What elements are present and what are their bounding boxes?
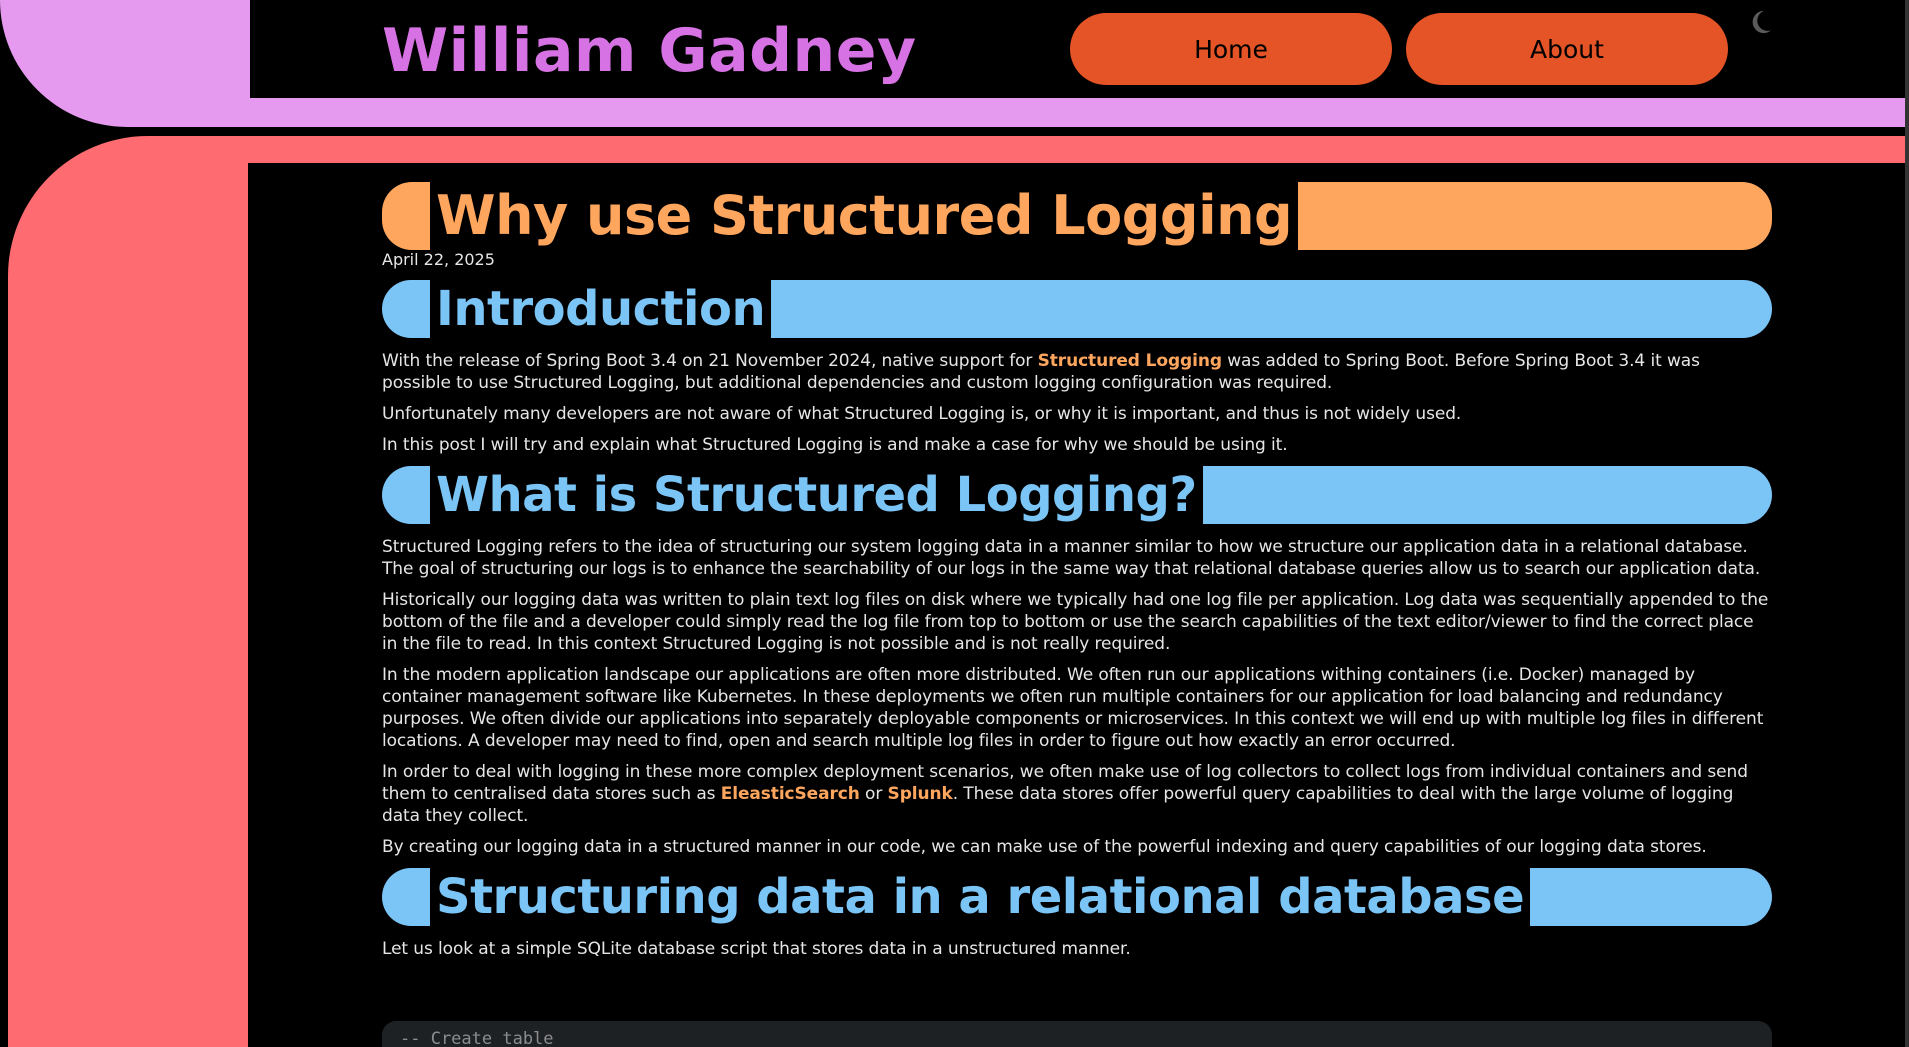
heading-cap-decoration [382,868,430,926]
heading-bar-decoration [771,280,1772,338]
paragraph: Let us look at a simple SQLite database … [382,939,1131,959]
paragraph: By creating our logging data in a struct… [382,837,1707,857]
paragraph: Structured Logging refers to the idea of… [382,537,1761,579]
elasticsearch-link[interactable]: EleasticSearch [721,784,860,804]
sidebar-elbow-decoration [8,136,248,1047]
section-heading-introduction: Introduction [382,280,1772,338]
scrollbar-track[interactable] [1905,0,1909,1047]
section-heading-text: Structuring data in a relational databas… [436,869,1525,925]
nav-about-button[interactable]: About [1406,13,1728,85]
heading-cap-decoration [382,280,430,338]
article-date: April 22, 2025 [382,250,495,269]
site-title[interactable]: William Gadney [382,6,917,96]
code-block[interactable]: -- Create table [382,1021,1772,1047]
article-title: Why use Structured Logging [382,182,1772,250]
heading-cap-decoration [382,182,430,250]
paragraph: Historically our logging data was writte… [382,590,1769,654]
page-frame: William Gadney Home About Why use Struct… [0,0,1909,1047]
header-elbow-decoration [0,0,250,127]
section-heading-text: Introduction [436,281,766,337]
paragraph: With the release of Spring Boot 3.4 on 2… [382,350,1772,394]
nav-home-button[interactable]: Home [1070,13,1392,85]
moon-icon[interactable] [1746,8,1774,36]
header-bar-decoration [250,98,1905,127]
paragraph: In this post I will try and explain what… [382,435,1288,455]
section-heading-text: What is Structured Logging? [436,467,1197,523]
section-heading-structuring-data: Structuring data in a relational databas… [382,868,1772,926]
heading-bar-decoration [1202,466,1772,524]
heading-cap-decoration [382,466,430,524]
article: Why use Structured Logging April 22, 202… [382,182,1772,969]
paragraph: In the modern application landscape our … [382,665,1764,751]
paragraph-text: or [859,784,888,804]
paragraph: In order to deal with logging in these m… [382,761,1772,827]
paragraph: Unfortunately many developers are not aw… [382,404,1462,424]
splunk-link[interactable]: Splunk [888,784,953,804]
code-comment-line: -- Create table [400,1029,554,1047]
article-title-text: Why use Structured Logging [436,184,1293,247]
section-heading-what-is-structured-logging: What is Structured Logging? [382,466,1772,524]
content-top-bar-decoration [248,136,1905,163]
structured-logging-link[interactable]: Structured Logging [1038,351,1222,371]
heading-bar-decoration [1298,182,1772,250]
sidebar-elbow-cutout [248,163,388,1047]
heading-bar-decoration [1530,868,1772,926]
paragraph-text: With the release of Spring Boot 3.4 on 2… [382,351,1038,371]
